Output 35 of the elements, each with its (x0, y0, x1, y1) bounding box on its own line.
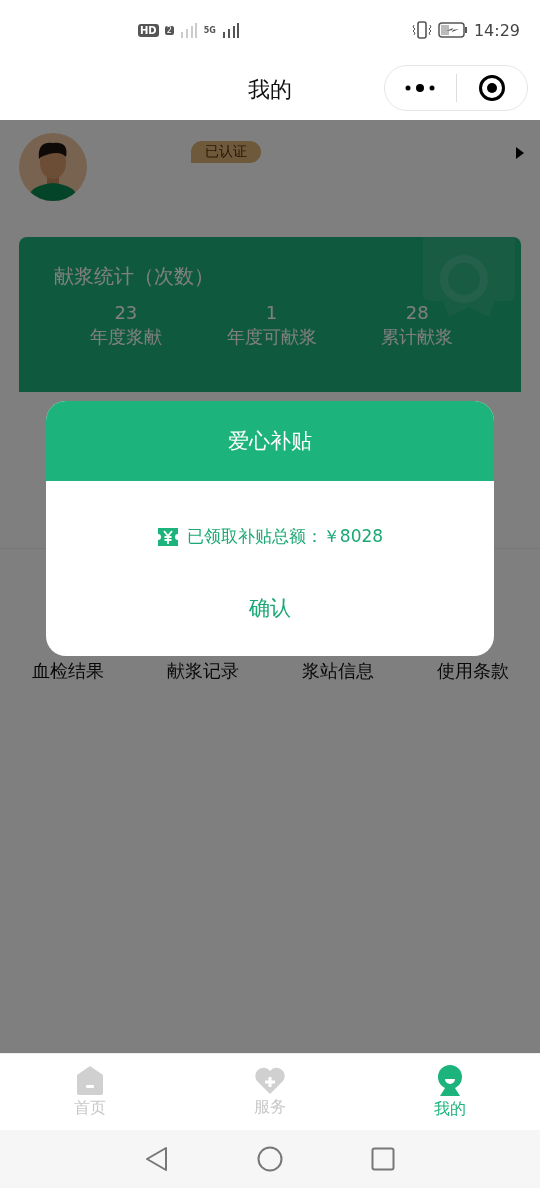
arrow-right-icon[interactable] (516, 147, 524, 159)
sim-indicator: 2 (164, 25, 174, 35)
person-icon (436, 1064, 464, 1097)
stats-title: 献浆统计（次数） (54, 263, 215, 290)
signal-icon (179, 22, 198, 38)
dialog-title: 爱心补贴 (46, 401, 494, 481)
signal-icon (221, 22, 240, 38)
stat-label: 年度可献浆 (226, 325, 317, 349)
back-icon[interactable] (145, 1146, 169, 1172)
confirm-button[interactable]: 确认 (239, 590, 301, 626)
vibrate-icon (411, 21, 432, 39)
tab-item[interactable]: 我的 (360, 1054, 540, 1130)
close-target-icon[interactable] (477, 74, 506, 102)
shortcut-item[interactable]: 献浆记录 (135, 659, 270, 683)
home-icon (75, 1065, 105, 1096)
stat-value: 1 (265, 302, 278, 323)
shortcut-item[interactable]: 浆站信息 (270, 659, 405, 683)
yuan-ticket-icon (156, 525, 179, 548)
heart-plus-icon (254, 1066, 286, 1095)
verified-badge: 已认证 (191, 141, 261, 163)
home-circle-icon[interactable] (257, 1146, 283, 1172)
hd-indicator: HD (138, 23, 159, 37)
stat-value: 23 (114, 302, 138, 323)
shortcut-item[interactable]: 使用条款 (405, 659, 540, 683)
shortcut-item[interactable]: 血检结果 (0, 659, 135, 683)
subsidy-total: 已领取补贴总额：￥8028 (186, 525, 384, 548)
page-title: 我的 (248, 76, 292, 104)
battery-icon (437, 22, 468, 38)
network-type: 5G (203, 25, 216, 35)
stat-value: 28 (405, 302, 429, 323)
stat-label: 累计献浆 (381, 325, 454, 349)
clock-time: 14:29 (473, 20, 520, 40)
more-icon[interactable] (404, 83, 437, 93)
stat-label: 年度浆献 (89, 325, 162, 349)
recents-icon[interactable] (371, 1147, 395, 1171)
